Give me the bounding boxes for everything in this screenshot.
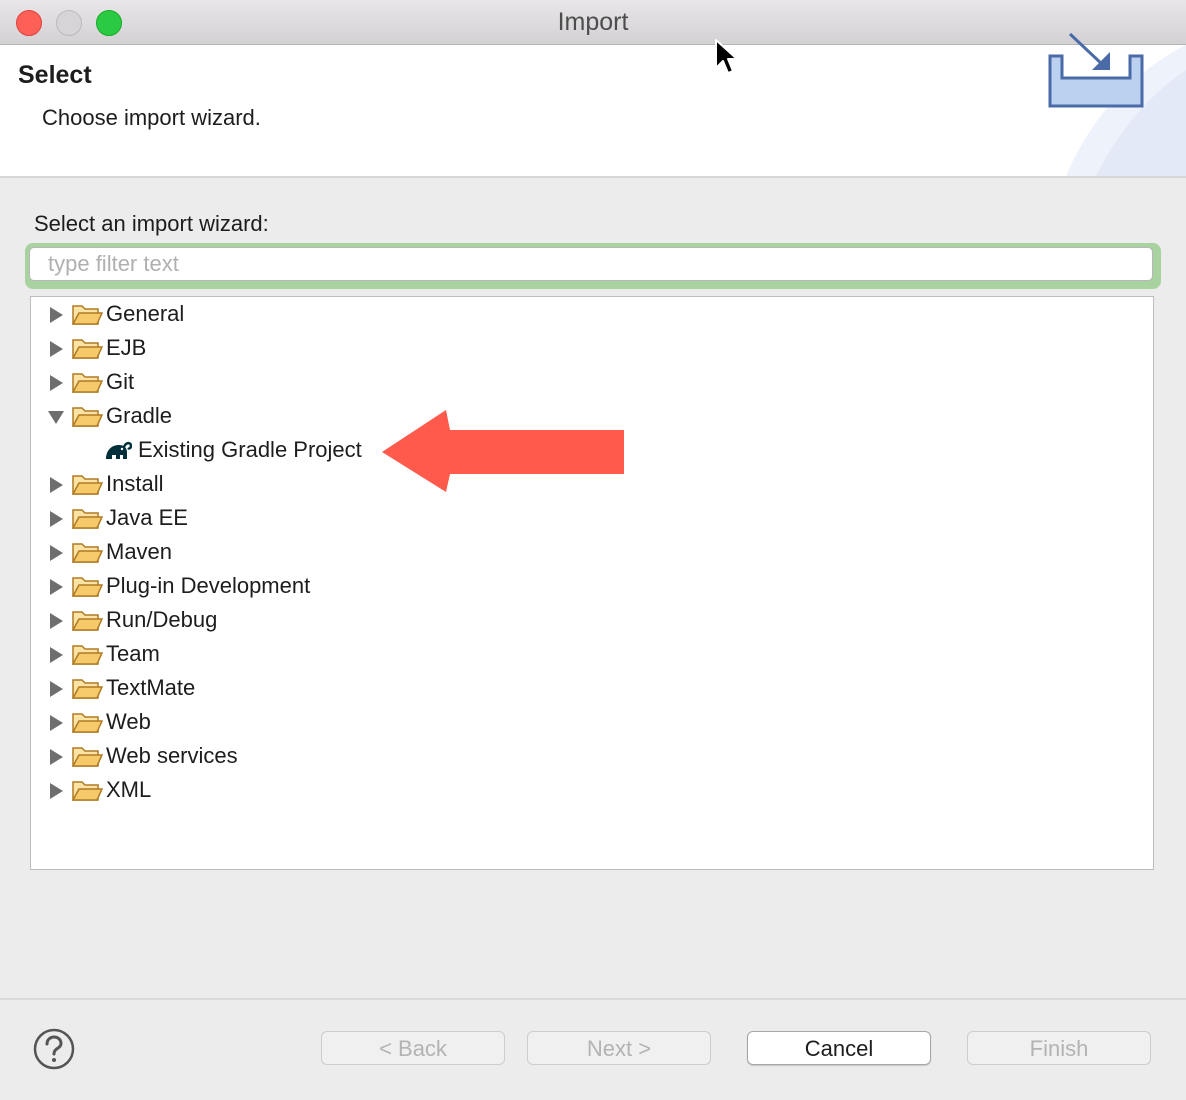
folder-icon	[71, 713, 103, 733]
tree-item-run-debug[interactable]: Run/Debug	[31, 604, 1153, 638]
tree-item-label: Existing Gradle Project	[138, 437, 362, 462]
mouse-pointer-icon	[715, 39, 738, 74]
folder-icon	[71, 679, 103, 699]
folder-icon	[71, 339, 103, 359]
tree-item-git[interactable]: Git	[31, 366, 1153, 400]
tree-item-label: Install	[106, 471, 164, 496]
tree-item-team[interactable]: Team	[31, 638, 1153, 672]
folder-icon	[71, 747, 103, 767]
red-annotation-arrow	[382, 410, 624, 492]
expand-arrow-icon[interactable]	[47, 340, 65, 358]
tree-item-label: Java EE	[106, 505, 188, 530]
folder-icon	[71, 305, 103, 325]
expand-arrow-icon[interactable]	[47, 578, 65, 596]
expand-arrow-icon[interactable]	[47, 680, 65, 698]
tree-item-label: Team	[106, 641, 160, 666]
wizard-header: Select Choose import wizard.	[0, 45, 1186, 178]
help-icon[interactable]	[33, 1028, 75, 1070]
expand-arrow-icon[interactable]	[47, 782, 65, 800]
tree-item-label: Web services	[106, 743, 238, 768]
filter-input[interactable]	[29, 247, 1153, 281]
filter-focus-ring	[25, 243, 1161, 289]
folder-icon	[71, 543, 103, 563]
expand-arrow-icon[interactable]	[47, 646, 65, 664]
page-title: Select	[18, 61, 92, 89]
folder-icon	[71, 373, 103, 393]
gradle-elephant-icon	[106, 441, 132, 459]
expand-arrow-icon[interactable]	[47, 306, 65, 324]
next-button[interactable]: Next >	[527, 1031, 711, 1065]
expand-arrow-icon[interactable]	[47, 544, 65, 562]
window-title: Import	[557, 8, 629, 36]
collapse-arrow-icon[interactable]	[47, 408, 65, 426]
folder-icon	[71, 577, 103, 597]
page-description: Choose import wizard.	[42, 105, 261, 130]
tree-item-web[interactable]: Web	[31, 706, 1153, 740]
expand-arrow-icon[interactable]	[47, 748, 65, 766]
tree-item-label: Gradle	[106, 403, 173, 428]
expand-arrow-icon[interactable]	[47, 612, 65, 630]
folder-icon	[71, 611, 103, 631]
cancel-button[interactable]: Cancel	[747, 1031, 931, 1065]
folder-icon	[71, 475, 103, 495]
tree-item-label: Plug-in Development	[106, 573, 311, 598]
title-bar: Import	[0, 0, 1186, 45]
folder-icon	[71, 407, 103, 427]
finish-button[interactable]: Finish	[967, 1031, 1151, 1065]
expand-arrow-icon[interactable]	[47, 714, 65, 732]
tree-item-label: Maven	[106, 539, 173, 564]
expand-arrow-icon[interactable]	[47, 374, 65, 392]
folder-icon	[71, 509, 103, 529]
tree-item-label: Web	[106, 709, 151, 734]
footer-separator	[0, 998, 1186, 1000]
back-button[interactable]: < Back	[321, 1031, 505, 1065]
tree-item-textmate[interactable]: TextMate	[31, 672, 1153, 706]
tree-item-ejb[interactable]: EJB	[31, 332, 1153, 366]
expand-arrow-icon[interactable]	[47, 476, 65, 494]
tree-item-java-ee[interactable]: Java EE	[31, 502, 1153, 536]
folder-icon	[71, 781, 103, 801]
folder-icon	[71, 645, 103, 665]
tree-item-label: Run/Debug	[106, 607, 218, 632]
tree-item-plug-in-development[interactable]: Plug-in Development	[31, 570, 1153, 604]
import-banner-icon	[1048, 32, 1144, 108]
tree-item-label: TextMate	[106, 675, 196, 700]
wizard-tree[interactable]: General EJB Git Gradle Existing Gradle P…	[30, 296, 1154, 870]
tree-item-general[interactable]: General	[31, 298, 1153, 332]
expand-arrow-icon[interactable]	[47, 510, 65, 528]
tree-item-maven[interactable]: Maven	[31, 536, 1153, 570]
tree-item-xml[interactable]: XML	[31, 774, 1153, 808]
tree-item-label: Git	[106, 369, 135, 394]
tree-item-label: XML	[106, 777, 152, 802]
tree-item-web-services[interactable]: Web services	[31, 740, 1153, 774]
tree-item-label: General	[106, 301, 185, 326]
tree-item-label: EJB	[106, 335, 147, 360]
filter-label: Select an import wizard:	[34, 211, 269, 236]
